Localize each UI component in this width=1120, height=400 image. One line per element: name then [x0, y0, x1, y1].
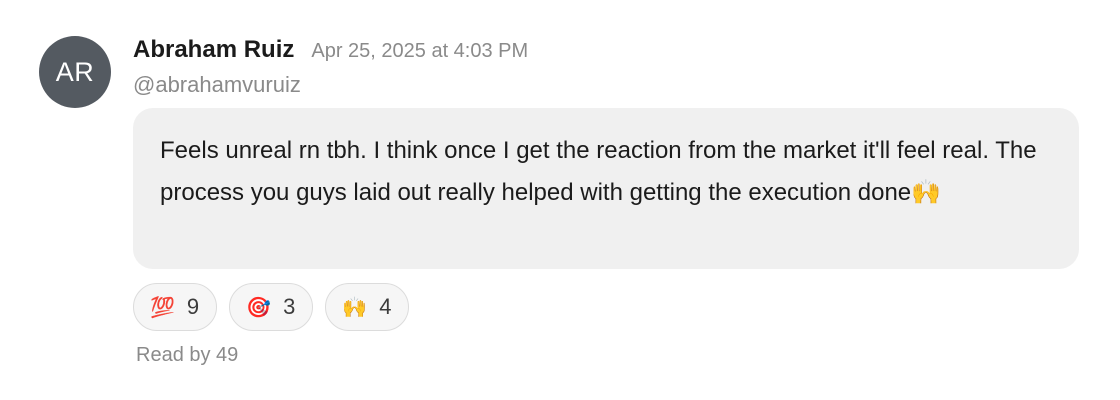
- reaction-direct-hit[interactable]: 🎯 3: [229, 283, 314, 331]
- reaction-count: 4: [379, 294, 392, 319]
- message-header: Abraham Ruiz Apr 25, 2025 at 4:03 PM: [133, 36, 528, 68]
- direct-hit-icon: 🎯: [246, 295, 272, 319]
- reaction-count: 3: [283, 294, 296, 319]
- author-name[interactable]: Abraham Ruiz: [133, 36, 294, 64]
- author-handle[interactable]: @abrahamvuruiz: [133, 72, 301, 98]
- reaction-hundred-points[interactable]: 💯 9: [133, 283, 218, 331]
- reactions-bar: 💯 9 🎯 3 🙌 4: [133, 283, 410, 331]
- avatar[interactable]: AR: [39, 36, 111, 108]
- reaction-count: 9: [186, 294, 200, 319]
- hundred-points-icon: 💯: [150, 295, 175, 319]
- message-timestamp: Apr 25, 2025 at 4:03 PM: [311, 40, 529, 62]
- reaction-raising-hands[interactable]: 🙌 4: [325, 283, 410, 331]
- chat-message: AR Abraham Ruiz Apr 25, 2025 at 4:03 PM …: [0, 0, 1120, 400]
- read-receipt[interactable]: Read by 49: [136, 344, 238, 367]
- message-bubble: Feels unreal rn tbh. I think once I get …: [133, 108, 1079, 269]
- message-text: Feels unreal rn tbh. I think once I get …: [160, 137, 1037, 206]
- raising-hands-icon: 🙌: [342, 295, 368, 319]
